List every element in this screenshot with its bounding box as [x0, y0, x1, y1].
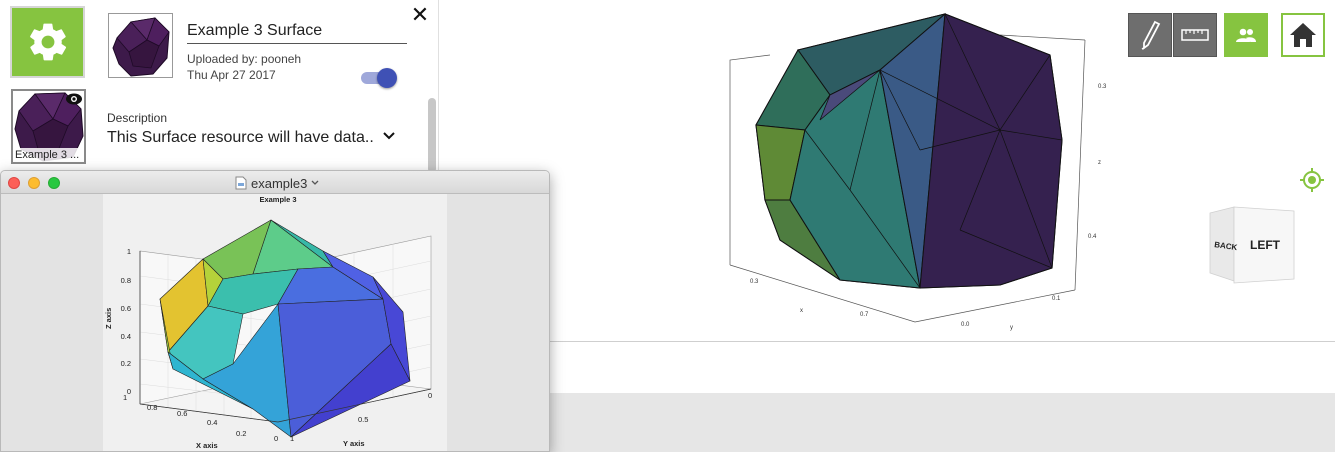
x-tick-1: 1 — [123, 393, 127, 402]
bottom-panel — [550, 393, 1335, 452]
settings-button[interactable] — [10, 6, 85, 78]
viewer-tick-0: 0.3 — [750, 279, 759, 285]
details-panel: Uploaded by: pooneh Thu Apr 27 2017 ✕ De… — [95, 0, 439, 175]
matlab-3d-plot[interactable]: Example 3 1 0.8 0.6 0.4 0.2 0 Z axis 1 0… — [103, 194, 447, 452]
viewer-tick-6: 0.3 — [1098, 84, 1107, 90]
details-thumbnail — [108, 13, 173, 78]
view-cube[interactable]: BACK LEFT — [1206, 205, 1298, 287]
window-title[interactable]: example3 — [235, 175, 319, 191]
surface-3d-view[interactable]: 0.3 x 0.7 0.0 y 0.1 0.3 z 0.4 — [700, 0, 1120, 340]
x-tick-0.6: 0.6 — [177, 409, 187, 418]
measure-button[interactable] — [1173, 13, 1217, 57]
home-icon — [1290, 23, 1316, 47]
people-icon — [1236, 28, 1256, 42]
x-tick-0.2: 0.2 — [236, 429, 246, 438]
y-tick-0.5: 0.5 — [358, 415, 368, 424]
viewer-tick-2: 0.7 — [860, 312, 869, 318]
z-tick-0.6: 0.6 — [121, 304, 131, 313]
visibility-toggle[interactable] — [361, 68, 397, 88]
viewer-tick-3: 0.0 — [961, 322, 970, 328]
z-tick-0.8: 0.8 — [121, 276, 131, 285]
gear-icon — [29, 23, 66, 61]
home-button[interactable] — [1281, 13, 1325, 57]
chevron-down-icon — [311, 180, 319, 185]
z-tick-0.2: 0.2 — [121, 359, 131, 368]
viewer-tick-5: 0.1 — [1052, 296, 1061, 302]
y-axis-label: Y axis — [343, 439, 365, 448]
window-minimize-button[interactable] — [28, 177, 40, 189]
details-scrollbar[interactable] — [428, 98, 436, 173]
x-tick-0: 0 — [274, 434, 278, 443]
title-field[interactable] — [187, 18, 407, 44]
viewer-tick-7: z — [1098, 160, 1101, 166]
thumbnail-caption: Example 3 ... — [13, 148, 84, 162]
pen-icon — [1141, 20, 1161, 50]
z-tick-1: 1 — [127, 247, 131, 256]
x-axis-label: X axis — [196, 441, 218, 450]
plot-title: Example 3 — [259, 195, 296, 204]
matlab-figure-window: example3 Example 3 1 0.8 0.6 0.4 0.2 0 Z… — [0, 170, 550, 452]
chevron-down-icon[interactable] — [381, 128, 397, 144]
details-thumbnail-image — [112, 17, 170, 77]
y-tick-1: 1 — [290, 434, 294, 443]
share-button[interactable] — [1224, 13, 1268, 57]
viewer-tick-1: x — [800, 308, 803, 314]
window-titlebar[interactable]: example3 — [1, 171, 549, 194]
close-icon[interactable]: ✕ — [409, 4, 431, 27]
x-tick-0.4: 0.4 — [207, 418, 217, 427]
toggle-knob — [377, 68, 397, 88]
figure-canvas: Example 3 1 0.8 0.6 0.4 0.2 0 Z axis 1 0… — [103, 194, 447, 452]
z-tick-0: 0 — [127, 387, 131, 396]
window-maximize-button[interactable] — [48, 177, 60, 189]
window-close-button[interactable] — [8, 177, 20, 189]
y-tick-0: 0 — [428, 391, 432, 400]
uploaded-by-text: Uploaded by: pooneh — [187, 52, 302, 66]
z-tick-0.4: 0.4 — [121, 332, 131, 341]
crosshair-icon[interactable] — [1299, 167, 1325, 193]
viewer-divider — [550, 341, 1335, 342]
z-axis-label: Z axis — [104, 308, 113, 329]
document-icon — [235, 176, 247, 190]
upload-date-text: Thu Apr 27 2017 — [187, 68, 276, 82]
annotate-button[interactable] — [1128, 13, 1172, 57]
description-label: Description — [107, 111, 168, 125]
surface-thumbnail[interactable]: Example 3 ... — [11, 89, 86, 164]
view-cube-left-label: LEFT — [1250, 238, 1281, 252]
viewer-tick-8: 0.4 — [1088, 234, 1097, 240]
window-title-text: example3 — [251, 175, 308, 191]
description-text: This Surface resource will have data.. — [107, 129, 374, 146]
viewer-toolbar — [1128, 13, 1325, 57]
ruler-icon — [1181, 29, 1209, 41]
eye-icon[interactable] — [65, 92, 83, 106]
x-tick-0.8: 0.8 — [147, 403, 157, 412]
viewer-tick-4: y — [1010, 325, 1013, 331]
